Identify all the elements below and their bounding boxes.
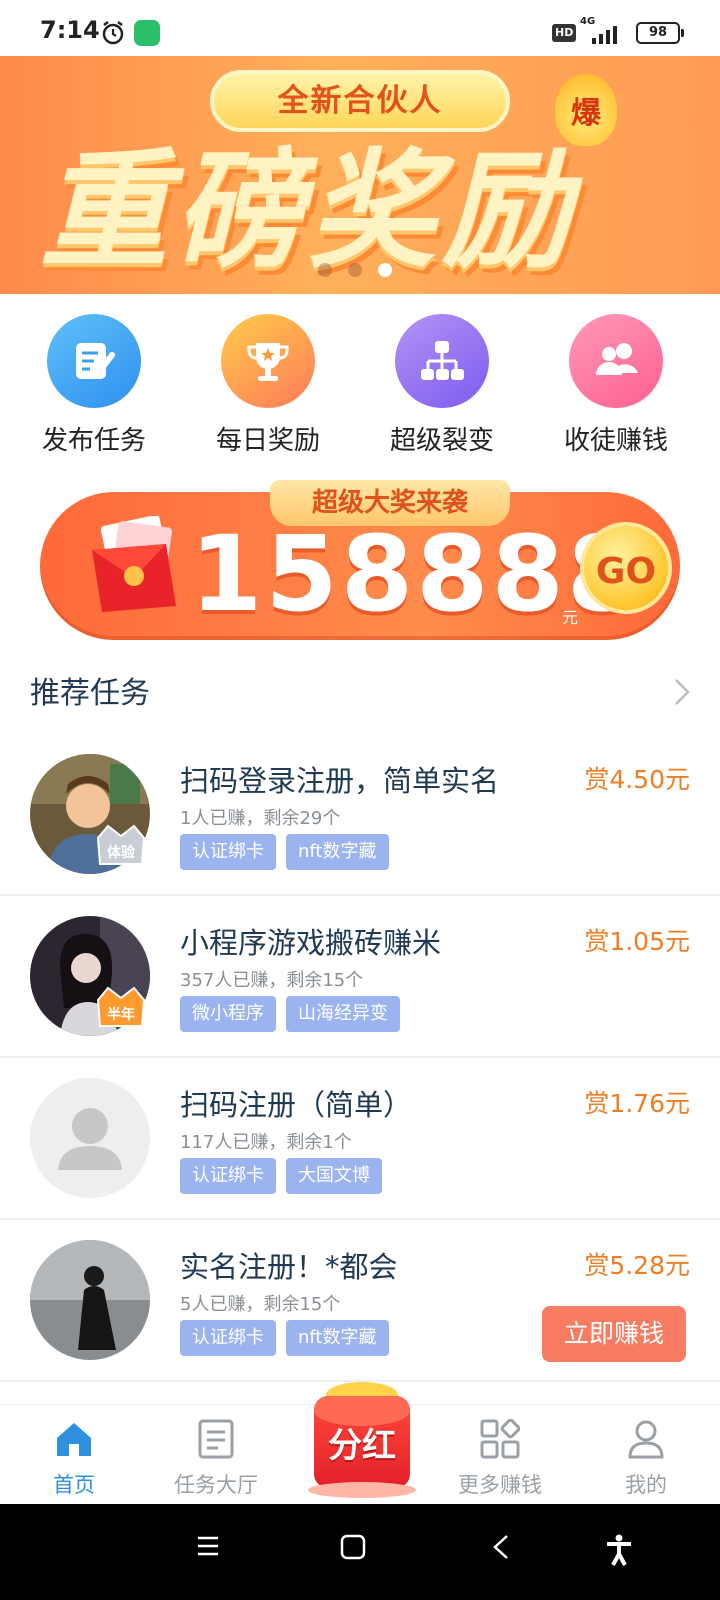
task-tag: 认证绑卡	[180, 1158, 276, 1194]
task-tag: nft数字藏	[286, 834, 389, 870]
task-reward: 赏4.50元	[584, 765, 690, 794]
task-meta: 5人已赚，剩余15个	[180, 1294, 341, 1315]
level-badge: 体验	[92, 818, 150, 870]
task-reward: 赏1.76元	[584, 1089, 690, 1118]
banner-ribbon: 全新合伙人	[210, 70, 510, 132]
badge-label: 体验	[107, 845, 135, 861]
menu-label: 发布任务	[41, 426, 146, 456]
document-icon	[198, 1419, 234, 1459]
menu-daily-reward[interactable]: 每日奖励	[198, 314, 338, 457]
jackpot-unit: 元	[562, 608, 579, 627]
section-title: 推荐任务	[30, 676, 150, 711]
avatar	[30, 1078, 150, 1198]
earn-now-button[interactable]: 立即赚钱	[542, 1306, 686, 1362]
status-time: 7:14	[40, 16, 100, 44]
menu-publish-task[interactable]: 发布任务	[24, 314, 164, 457]
task-meta: 117人已赚，剩余1个	[180, 1132, 352, 1153]
accessibility-icon[interactable]	[604, 1534, 634, 1566]
burst-badge: 爆	[555, 74, 617, 146]
task-tag: nft数字藏	[286, 1320, 389, 1356]
users-icon	[569, 314, 663, 408]
tab-dividend[interactable]: 分红	[306, 1378, 418, 1500]
task-tags: 认证绑卡 大国文博	[180, 1158, 392, 1194]
tab-task-hall[interactable]: 任务大厅	[156, 1415, 276, 1499]
recommended-header[interactable]: 推荐任务	[30, 664, 690, 712]
home-icon	[57, 1423, 91, 1456]
avatar	[30, 1240, 150, 1360]
task-title: 扫码注册（简单）	[180, 1088, 413, 1122]
status-bar: 7:14 HD 4G 98	[0, 0, 720, 56]
task-reward: 赏5.28元	[584, 1251, 690, 1280]
tab-mine[interactable]: 我的	[586, 1415, 706, 1499]
app-notification-icon	[134, 20, 160, 46]
quick-menu: 发布任务 每日奖励 超级裂变 收徒赚钱	[0, 300, 720, 470]
battery-icon: 98	[636, 22, 684, 44]
banner-headline: 重磅奖励	[40, 137, 577, 286]
menu-label: 收徒赚钱	[563, 426, 668, 456]
carousel-dot-active[interactable]	[378, 263, 392, 277]
alarm-icon	[102, 21, 124, 45]
chevron-right-icon[interactable]	[674, 678, 690, 706]
task-meta: 357人已赚，剩余15个	[180, 970, 364, 991]
task-tag: 微小程序	[180, 996, 276, 1032]
system-nav-bar	[0, 1504, 720, 1600]
task-row[interactable]: 实名注册！*都会 5人已赚，剩余15个 认证绑卡 nft数字藏 赏5.28元 立即…	[0, 1220, 720, 1382]
task-tag: 大国文博	[286, 1158, 382, 1194]
tab-label: 我的	[625, 1473, 667, 1497]
edit-note-icon	[47, 314, 141, 408]
jackpot-banner[interactable]: 超级大奖来袭 158888 元 GO	[40, 480, 680, 640]
signal-icon	[592, 26, 617, 44]
badge-label: 半年	[107, 1007, 135, 1023]
red-envelope-icon	[92, 516, 176, 612]
task-title: 扫码登录注册，简单实名	[180, 764, 500, 798]
grid-icon	[480, 1419, 520, 1459]
home-button-icon[interactable]	[340, 1534, 366, 1560]
task-title: 实名注册！*都会	[180, 1250, 398, 1284]
task-row[interactable]: 扫码注册（简单） 117人已赚，剩余1个 认证绑卡 大国文博 赏1.76元	[0, 1058, 720, 1220]
menu-recruit-earn[interactable]: 收徒赚钱	[546, 314, 686, 457]
menu-icon[interactable]	[196, 1534, 220, 1558]
task-tag: 认证绑卡	[180, 1320, 276, 1356]
tab-label: 更多赚钱	[458, 1473, 542, 1497]
tab-home[interactable]: 首页	[14, 1415, 134, 1499]
menu-label: 每日奖励	[215, 426, 320, 456]
network-icon	[395, 314, 489, 408]
task-row[interactable]: 半年 小程序游戏搬砖赚米 357人已赚，剩余15个 微小程序 山海经异变 赏1.0…	[0, 896, 720, 1058]
task-tags: 认证绑卡 nft数字藏	[180, 1320, 399, 1356]
task-tag: 山海经异变	[286, 996, 400, 1032]
go-button[interactable]: GO	[580, 522, 672, 614]
trophy-icon	[221, 314, 315, 408]
hd-icon: HD	[552, 24, 577, 42]
task-tags: 微小程序 山海经异变	[180, 996, 410, 1032]
carousel-dots	[318, 262, 408, 281]
task-tags: 认证绑卡 nft数字藏	[180, 834, 399, 870]
envelope-base	[308, 1482, 416, 1498]
task-reward: 赏1.05元	[584, 927, 690, 956]
task-meta: 1人已赚，剩余29个	[180, 808, 341, 829]
carousel-dot[interactable]	[348, 263, 362, 277]
task-tag: 认证绑卡	[180, 834, 276, 870]
tab-more-earn[interactable]: 更多赚钱	[440, 1415, 560, 1499]
back-icon[interactable]	[492, 1534, 510, 1560]
tab-label: 分红	[328, 1426, 396, 1466]
tab-label: 首页	[53, 1473, 95, 1497]
tab-label: 任务大厅	[174, 1473, 258, 1497]
promo-banner[interactable]: 全新合伙人 爆 重磅奖励	[0, 56, 720, 294]
task-row[interactable]: 体验 扫码登录注册，简单实名 1人已赚，剩余29个 认证绑卡 nft数字藏 赏4.…	[0, 734, 720, 896]
task-title: 小程序游戏搬砖赚米	[180, 926, 442, 960]
level-badge: 半年	[92, 980, 150, 1032]
menu-label: 超级裂变	[389, 426, 494, 456]
person-icon	[628, 1420, 664, 1459]
menu-super-fission[interactable]: 超级裂变	[372, 314, 512, 457]
carousel-dot[interactable]	[318, 263, 332, 277]
